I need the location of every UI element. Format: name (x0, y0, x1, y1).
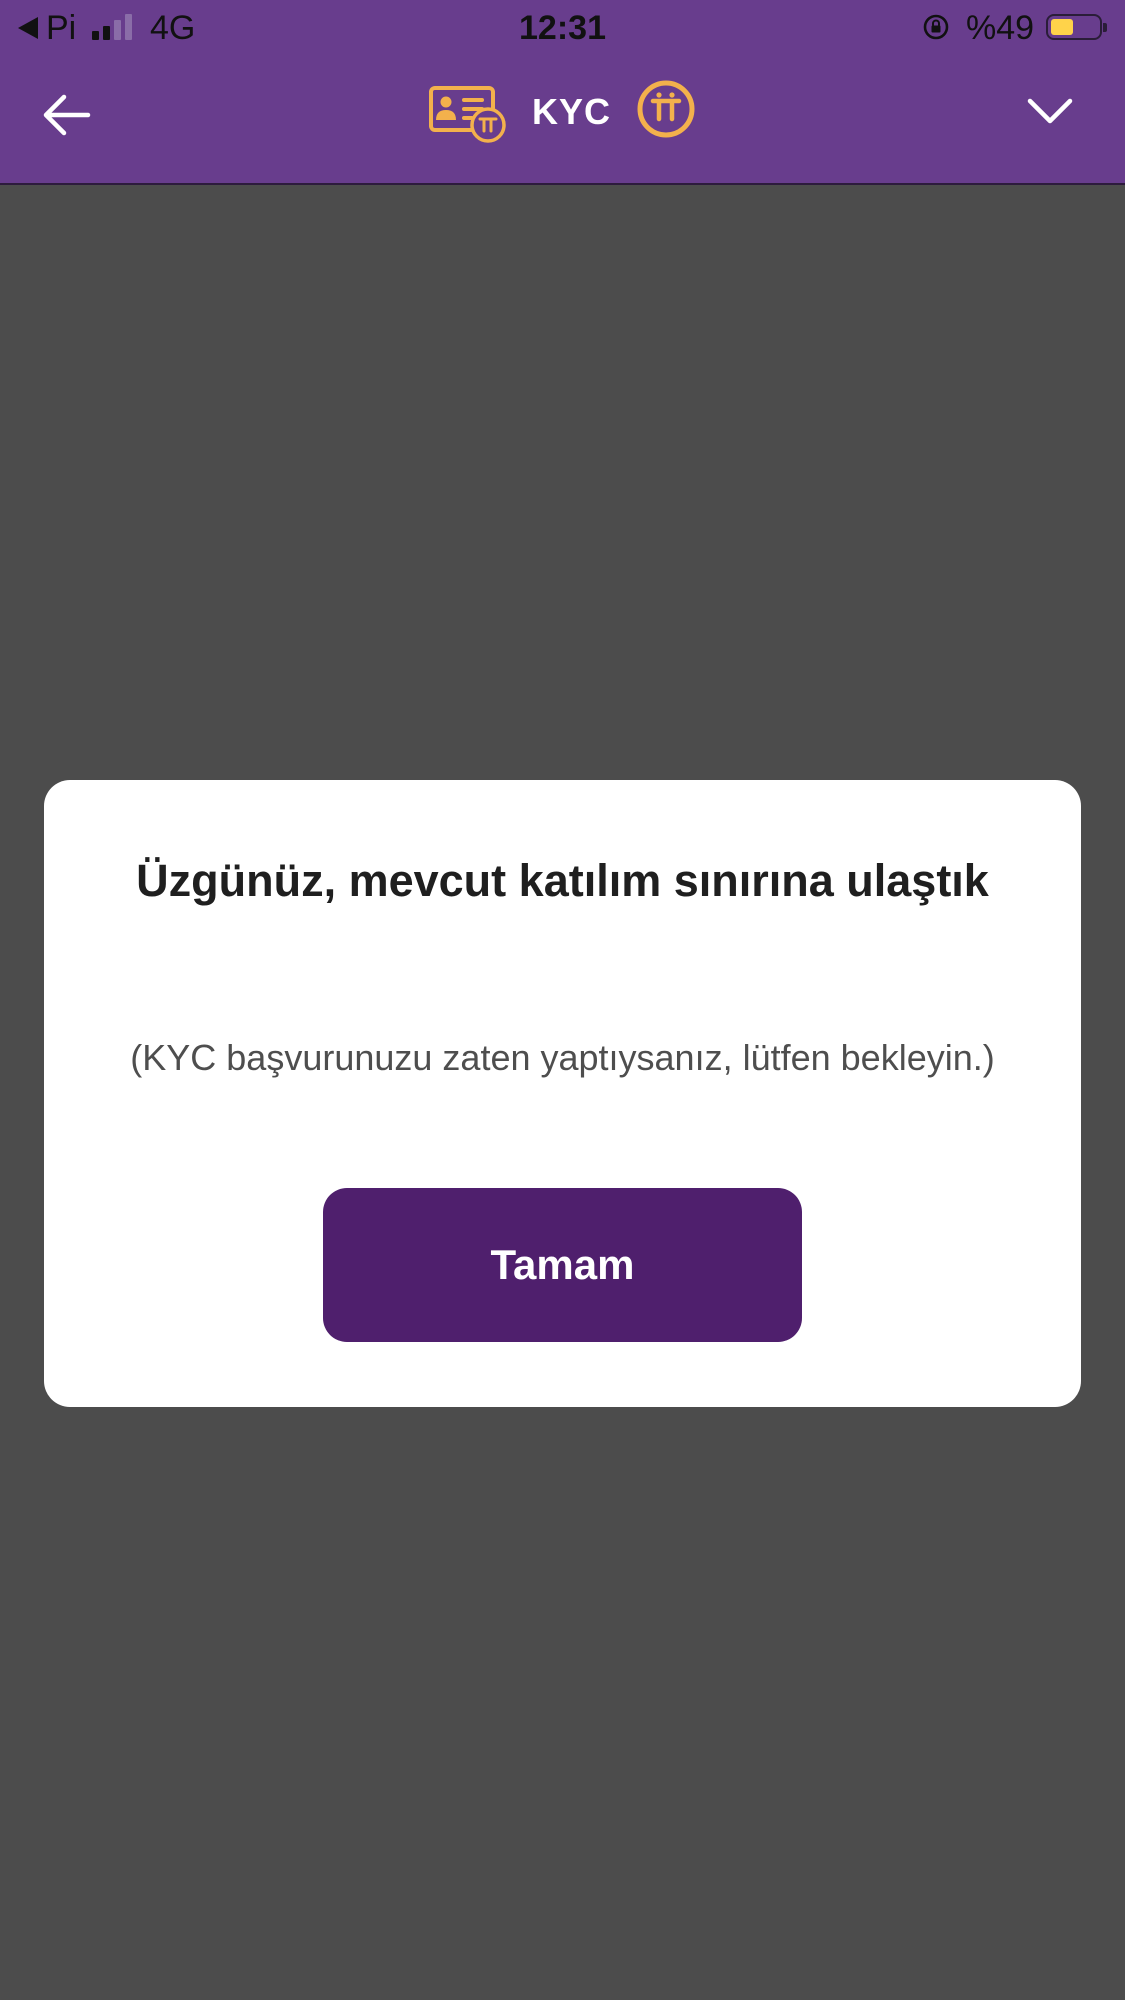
app-header: KYC (0, 55, 1125, 185)
page-title: KYC (532, 91, 612, 132)
dialog-message: (KYC başvurunuzu zaten yaptıysanız, lütf… (130, 1037, 995, 1078)
limit-reached-dialog: Üzgünüz, mevcut katılım sınırına ulaştık… (44, 780, 1081, 1407)
status-bar: Pi 4G 12:31 %49 (0, 0, 1125, 55)
pi-logo-icon[interactable] (636, 79, 696, 139)
status-time: 12:31 (519, 9, 606, 47)
battery-percent: %49 (966, 9, 1035, 47)
arrow-left-icon[interactable] (40, 85, 110, 145)
id-card-icon (429, 86, 506, 143)
kyc-screen: Pi 4G 12:31 %49 KYC Üzgünüz, mevcut katı… (0, 0, 1125, 2000)
battery-level (1051, 19, 1073, 35)
orientation-lock-icon (923, 14, 949, 40)
dialog-title: Üzgünüz, mevcut katılım sınırına ulaştık (136, 855, 989, 906)
chevron-down-icon[interactable] (1026, 91, 1074, 131)
ok-button[interactable]: Tamam (323, 1188, 802, 1342)
battery-icon (1046, 14, 1107, 40)
